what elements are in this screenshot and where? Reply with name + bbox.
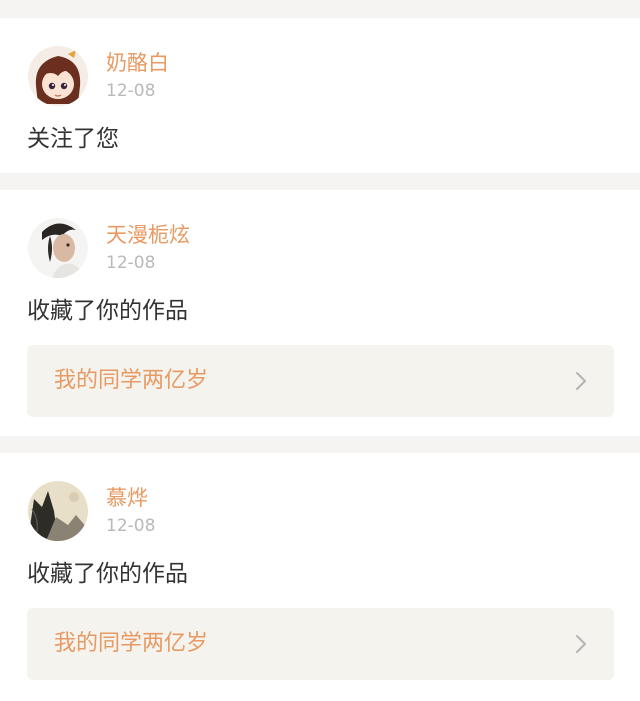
notification-item: 天漫栀炫 12-08 收藏了你的作品 我的同学两亿岁 [0,190,640,436]
notification-feed: 奶酪白 12-08 关注了您 天漫栀炫 12-08 收藏了你的作品 我的同学两亿… [0,0,640,701]
notification-item: 慕烨 12-08 收藏了你的作品 我的同学两亿岁 [0,453,640,701]
notification-action-text: 收藏了你的作品 [27,298,188,324]
notification-action-text: 关注了您 [27,126,119,152]
woman-portrait-avatar-icon[interactable] [28,218,88,278]
notification-item: 奶酪白 12-08 关注了您 [0,18,640,173]
user-name[interactable]: 天漫栀炫 [106,222,190,248]
work-title: 我的同学两亿岁 [54,368,209,393]
ink-landscape-avatar-icon[interactable] [28,481,88,541]
user-name[interactable]: 慕烨 [106,485,148,511]
notification-date: 12-08 [106,516,156,536]
notification-action-text: 收藏了你的作品 [27,561,188,587]
anime-girl-avatar-icon[interactable] [28,46,88,106]
notification-date: 12-08 [106,81,156,101]
work-link-card[interactable]: 我的同学两亿岁 [27,345,614,417]
notification-date: 12-08 [106,253,156,273]
chevron-right-icon [576,372,586,390]
user-name[interactable]: 奶酪白 [106,50,169,76]
work-title: 我的同学两亿岁 [54,631,209,656]
work-link-card[interactable]: 我的同学两亿岁 [27,608,614,680]
chevron-right-icon [576,635,586,653]
